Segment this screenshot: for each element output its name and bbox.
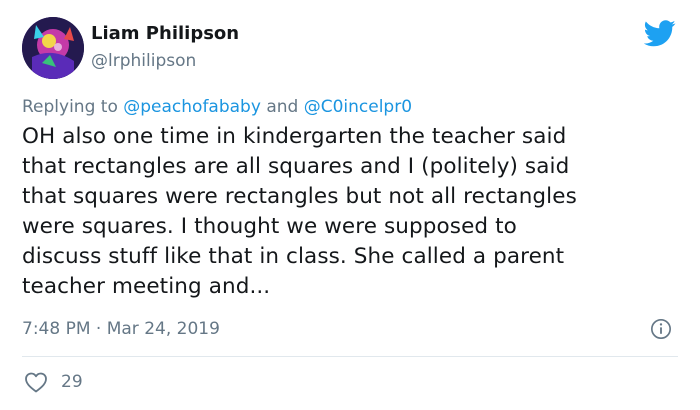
like-count: 29 (61, 372, 83, 392)
divider (22, 356, 678, 357)
heart-icon[interactable] (24, 371, 48, 393)
tweet-body-line: OH also one time in kindergarten the tea… (22, 124, 567, 149)
info-icon[interactable] (650, 318, 672, 340)
tweet-body-line: that squares were rectangles but not all… (22, 184, 577, 209)
mention-link-1[interactable]: @peachofababy (123, 97, 261, 117)
tweet-body-line: discuss stuff like that in class. She ca… (22, 244, 565, 269)
twitter-bird-icon[interactable] (644, 20, 676, 47)
reply-conjunction: and (266, 97, 299, 117)
mention-link-2[interactable]: @C0incelpr0 (304, 97, 412, 117)
tweet-body-line: that rectangles are all squares and I (p… (22, 154, 570, 179)
tweet-body: OH also one time in kindergarten the tea… (22, 122, 687, 302)
reply-prefix: Replying to (22, 97, 118, 117)
avatar[interactable] (22, 17, 84, 79)
author-handle[interactable]: @lrphilipson (91, 50, 196, 72)
tweet-timestamp[interactable]: 7:48 PM · Mar 24, 2019 (22, 318, 220, 340)
tweet-card: Liam Philipson @lrphilipson Replying to … (0, 0, 700, 410)
tweet-body-line: teacher meeting and... (22, 274, 271, 299)
author-display-name[interactable]: Liam Philipson (91, 22, 239, 46)
tweet-body-line: were squares. I thought we were supposed… (22, 214, 517, 239)
reply-context: Replying to @peachofababy and @C0incelpr… (22, 96, 412, 118)
avatar-image (22, 17, 84, 79)
like-action[interactable]: 29 (24, 370, 83, 394)
